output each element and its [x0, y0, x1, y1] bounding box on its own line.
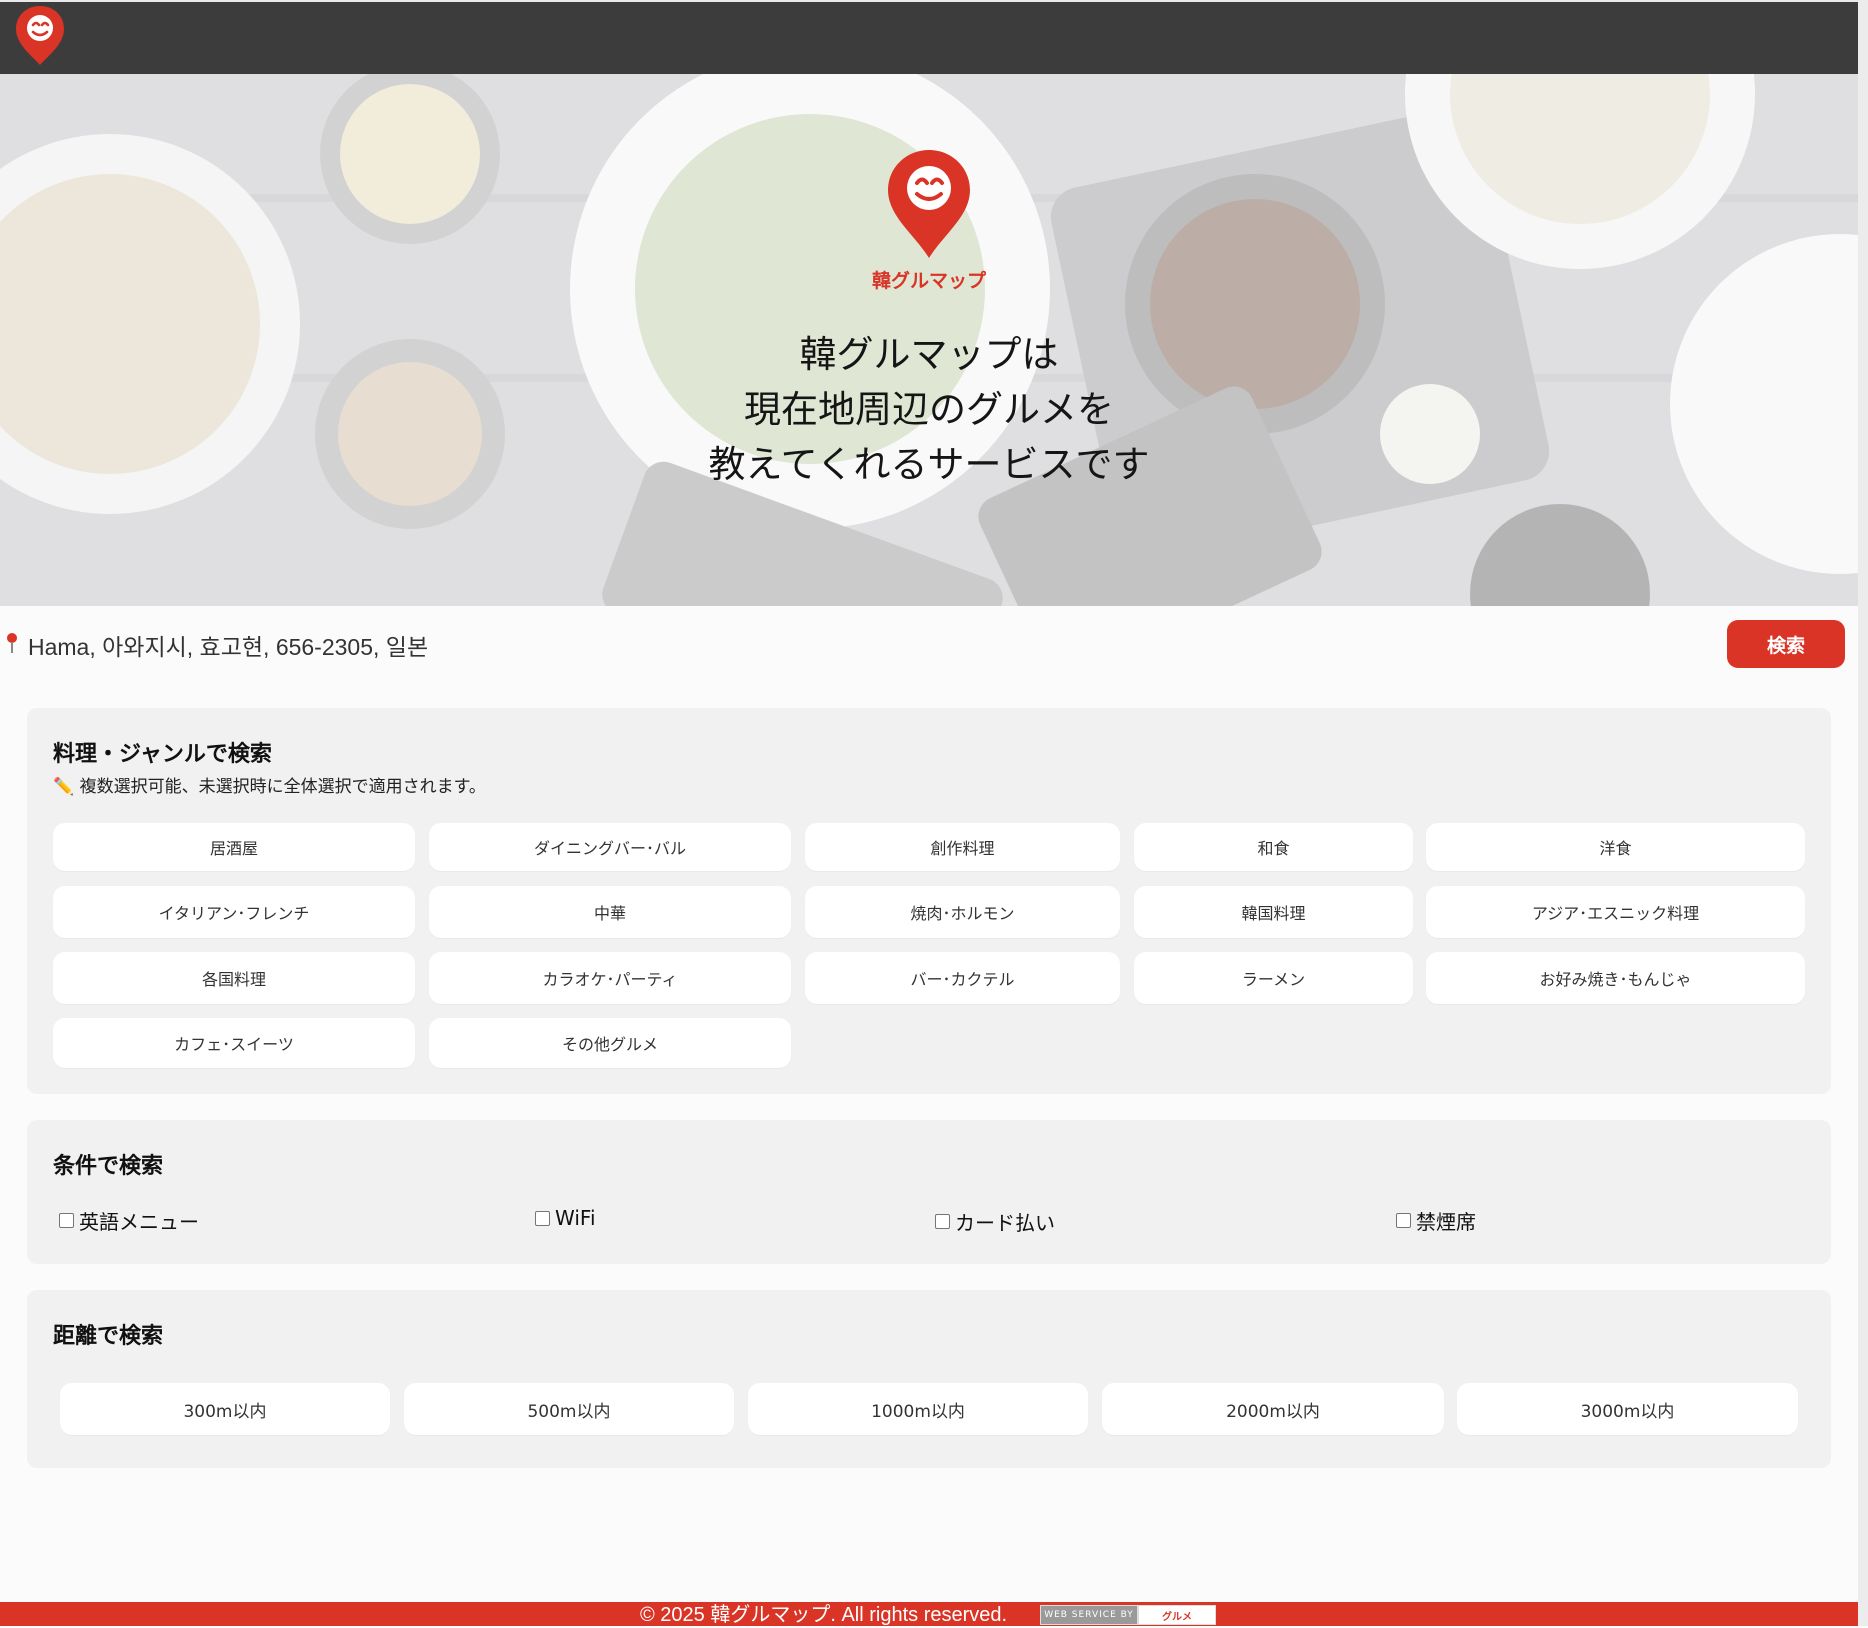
gourmet-map-pin-icon[interactable] — [14, 4, 66, 66]
search-button[interactable]: 検索 — [1727, 620, 1845, 668]
distance-chip[interactable]: 1000m以内 — [748, 1383, 1088, 1435]
current-address: Hama, 아와지시, 효고현, 656-2305, 일본 — [28, 634, 429, 660]
genre-search-panel: 料理・ジャンルで検索 ✏️ 複数選択可能、未選択時に全体選択で適用されます。 居… — [27, 708, 1831, 1094]
top-navbar — [0, 0, 1858, 74]
non-smoking-checkbox[interactable]: 禁煙席 — [1396, 1206, 1476, 1235]
checkbox-box[interactable] — [935, 1214, 950, 1229]
genre-chip[interactable]: ダイニングバー･バル — [429, 823, 791, 871]
checkbox-box[interactable] — [1396, 1213, 1411, 1228]
genre-chip[interactable]: その他グルメ — [429, 1018, 791, 1068]
tagline-line: 教えてくれるサービスです — [708, 443, 1150, 486]
distance-chip[interactable]: 300m以内 — [60, 1383, 390, 1435]
genre-chip[interactable]: 居酒屋 — [53, 823, 415, 871]
checkbox-label: WiFi — [555, 1206, 596, 1230]
conditions-panel-title: 条件で検索 — [53, 1154, 164, 1179]
location-pin-icon — [7, 633, 17, 653]
checkbox-label: カード払い — [955, 1211, 1055, 1235]
genre-chip[interactable]: 中華 — [429, 886, 791, 938]
genre-chip[interactable]: お好み焼き･もんじゃ — [1426, 952, 1805, 1004]
checkbox-label: 英語メニュー — [79, 1210, 199, 1234]
genre-chip[interactable]: イタリアン･フレンチ — [53, 886, 415, 938]
hero-banner: 韓グルマップ 韓グルマップは 現在地周辺のグルメを 教えてくれるサービスです — [0, 74, 1858, 606]
distance-chip[interactable]: 500m以内 — [404, 1383, 734, 1435]
distance-chip[interactable]: 2000m以内 — [1102, 1383, 1444, 1435]
checkbox-box[interactable] — [59, 1213, 74, 1228]
footer: © 2025 韓グルマップ. All rights reserved. WEB … — [0, 1602, 1858, 1626]
brand-logo-icon — [888, 150, 970, 258]
genre-chip[interactable]: 和食 — [1134, 823, 1413, 871]
genre-note-text: 複数選択可能、未選択時に全体選択で適用されます。 — [79, 777, 486, 797]
checkbox-label: 禁煙席 — [1416, 1210, 1476, 1234]
distance-search-panel: 距離で検索 300m以内 500m以内 1000m以内 2000m以内 3000… — [27, 1290, 1831, 1468]
genre-chip[interactable]: カフェ･スイーツ — [53, 1018, 415, 1068]
genre-chip[interactable]: バー･カクテル — [805, 952, 1120, 1004]
badge-left-text: WEB SERVICE BY — [1040, 1605, 1138, 1625]
genre-chip[interactable]: カラオケ･パーティ — [429, 952, 791, 1004]
distance-panel-title: 距離で検索 — [53, 1324, 164, 1349]
card-payment-checkbox[interactable]: カード払い — [935, 1207, 1055, 1236]
genre-chip[interactable]: 各国料理 — [53, 952, 415, 1004]
genre-chip[interactable]: ラーメン — [1134, 952, 1413, 1004]
tagline-line: 現在地周辺のグルメを — [744, 388, 1114, 431]
tagline-line: 韓グルマップは — [799, 333, 1059, 376]
english-menu-checkbox[interactable]: 英語メニュー — [59, 1206, 199, 1235]
wifi-checkbox[interactable]: WiFi — [535, 1206, 596, 1230]
distance-chip[interactable]: 3000m以内 — [1457, 1383, 1798, 1435]
genre-panel-note: ✏️ 複数選択可能、未選択時に全体選択で適用されます。 — [53, 772, 486, 797]
conditions-search-panel: 条件で検索 英語メニュー WiFi カード払い 禁煙席 — [27, 1120, 1831, 1264]
window-edge — [1858, 0, 1868, 1626]
copyright-text: © 2025 韓グルマップ. All rights reserved. — [640, 1604, 1008, 1626]
genre-chip[interactable]: 韓国料理 — [1134, 886, 1413, 938]
checkbox-box[interactable] — [535, 1210, 550, 1226]
genre-chip[interactable]: アジア･エスニック料理 — [1426, 886, 1805, 938]
genre-chip[interactable]: 創作料理 — [805, 823, 1120, 871]
pencil-icon: ✏️ — [53, 777, 75, 797]
brand-name: 韓グルマップ — [871, 270, 986, 292]
genre-chip[interactable]: 焼肉･ホルモン — [805, 886, 1120, 938]
webservice-badge[interactable]: WEB SERVICE BY グルメ — [1040, 1605, 1216, 1625]
genre-panel-title: 料理・ジャンルで検索 — [53, 742, 272, 767]
badge-right-text: グルメ — [1138, 1605, 1216, 1625]
genre-chip[interactable]: 洋食 — [1426, 823, 1805, 871]
hero-tagline: 韓グルマップは 現在地周辺のグルメを 教えてくれるサービスです — [629, 327, 1229, 492]
